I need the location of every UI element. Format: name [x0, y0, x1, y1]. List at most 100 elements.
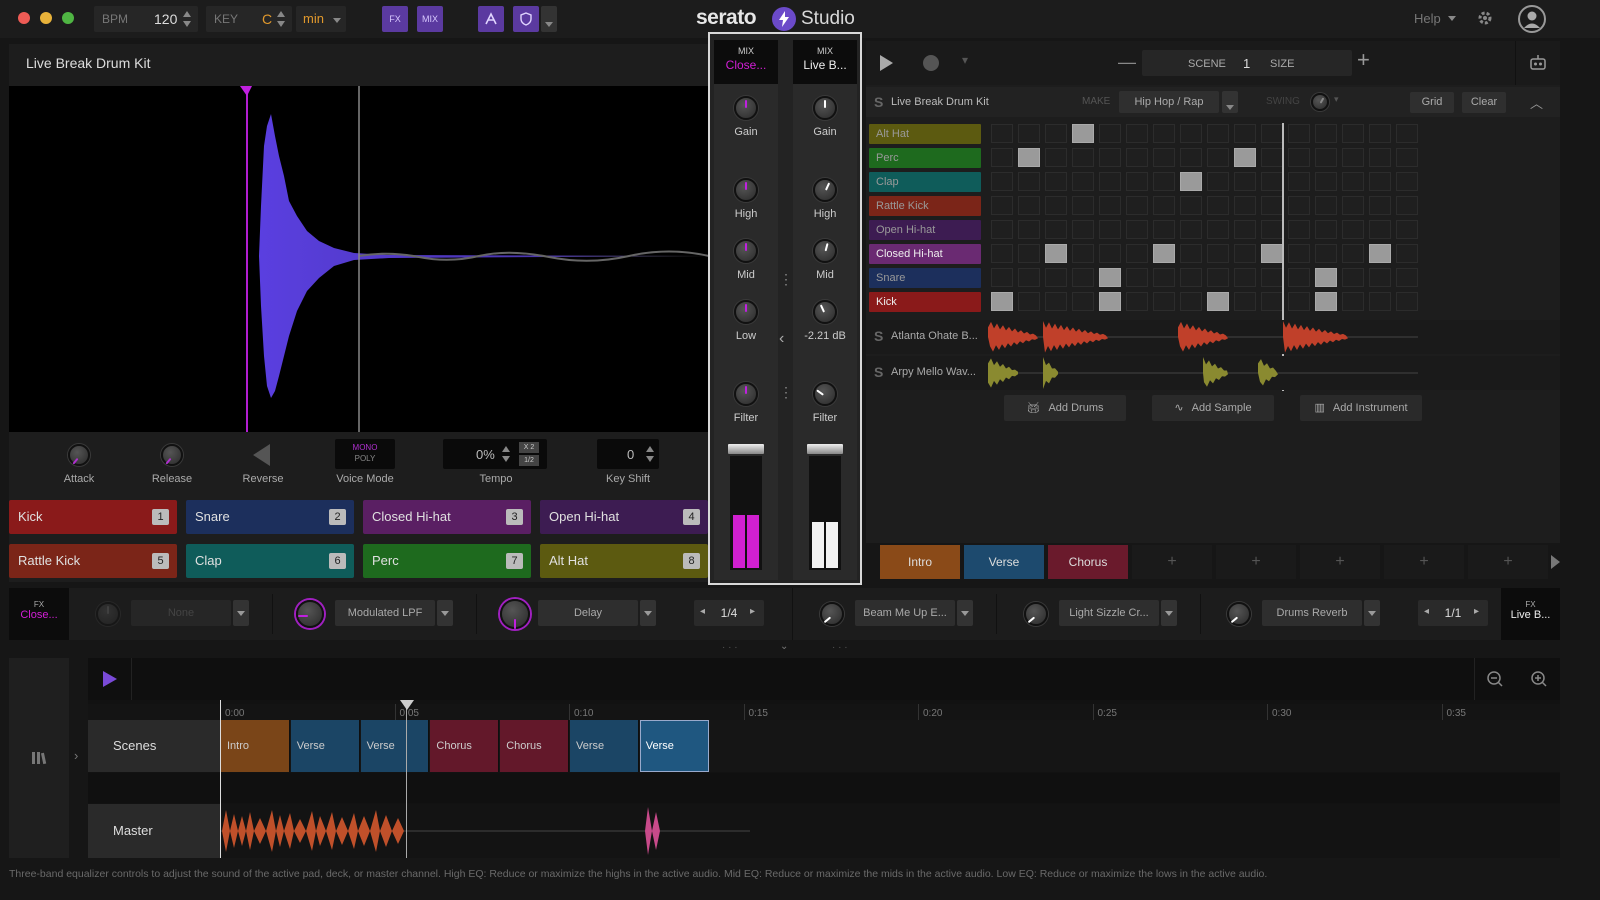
- drum-lane-label[interactable]: Kick: [869, 292, 981, 312]
- step-cell[interactable]: [1153, 148, 1175, 167]
- step-cell[interactable]: [1315, 268, 1337, 287]
- decrease-size-icon[interactable]: —: [1118, 52, 1136, 73]
- fx-rate-left[interactable]: ◂ 1/4 ▸: [694, 600, 764, 626]
- key-value[interactable]: C: [262, 6, 272, 32]
- rate-prev-icon[interactable]: ◂: [700, 606, 705, 617]
- step-cell[interactable]: [1072, 148, 1094, 167]
- rate-prev-icon[interactable]: ◂: [1424, 606, 1429, 617]
- fx-slot-4-select[interactable]: Beam Me Up E...: [855, 600, 955, 626]
- step-cell[interactable]: [1180, 220, 1202, 239]
- key-shift-stepper-icon[interactable]: [646, 446, 655, 462]
- add-scene-button[interactable]: +: [1468, 545, 1548, 579]
- step-cell[interactable]: [1288, 196, 1310, 215]
- bpm-value[interactable]: 120: [154, 6, 177, 32]
- timeline-scene-clip[interactable]: Verse: [639, 720, 709, 772]
- step-cell[interactable]: [1018, 268, 1040, 287]
- fx-slot-2-select[interactable]: Modulated LPF: [335, 600, 435, 626]
- step-cell[interactable]: [1315, 172, 1337, 191]
- fx-slot-1-knob[interactable]: [96, 602, 120, 626]
- step-cell[interactable]: [1234, 172, 1256, 191]
- fx-slot-5-select[interactable]: Light Sizzle Cr...: [1059, 600, 1159, 626]
- step-cell[interactable]: [1180, 148, 1202, 167]
- step-cell[interactable]: [1045, 244, 1067, 263]
- fx-slot-4-knob[interactable]: [820, 602, 844, 626]
- scene-button-chorus[interactable]: Chorus: [1048, 545, 1128, 579]
- step-cell[interactable]: [1126, 268, 1148, 287]
- step-cell[interactable]: [1261, 268, 1283, 287]
- genre-select[interactable]: Hip Hop / Rap: [1119, 91, 1219, 113]
- pad-4[interactable]: Open Hi-hat 4: [540, 500, 708, 534]
- step-cell[interactable]: [1072, 220, 1094, 239]
- pad-7[interactable]: Perc 7: [363, 544, 531, 578]
- step-cell[interactable]: [1315, 196, 1337, 215]
- step-cell[interactable]: [1369, 268, 1391, 287]
- mixer-channel-left-header[interactable]: MIX Close...: [714, 40, 778, 84]
- tempo-stepper-icon[interactable]: [502, 446, 511, 462]
- zoom-out-icon[interactable]: [1486, 670, 1504, 691]
- step-cell[interactable]: [1342, 268, 1364, 287]
- minimize-window-button[interactable]: [40, 12, 52, 24]
- gain-knob[interactable]: [734, 96, 758, 120]
- bpm-stepper-icon[interactable]: [183, 11, 192, 27]
- step-cell[interactable]: [1018, 148, 1040, 167]
- step-cell[interactable]: [1018, 124, 1040, 143]
- step-cell[interactable]: [1288, 124, 1310, 143]
- step-cell[interactable]: [1342, 148, 1364, 167]
- step-cell[interactable]: [1153, 244, 1175, 263]
- fx-slot-6-select[interactable]: Drums Reverb: [1262, 600, 1362, 626]
- step-cell[interactable]: [1234, 220, 1256, 239]
- solo-s-icon[interactable]: S: [874, 364, 883, 380]
- step-cell[interactable]: [1315, 148, 1337, 167]
- tempo-control[interactable]: 0% X 2 1/2: [443, 439, 547, 469]
- step-cell[interactable]: [1396, 220, 1418, 239]
- step-cell[interactable]: [1072, 244, 1094, 263]
- bpm-control[interactable]: BPM 120: [94, 6, 198, 32]
- fx-right-channel[interactable]: FX Live B...: [1501, 588, 1560, 640]
- robot-icon[interactable]: [1528, 53, 1548, 76]
- key-shift-control[interactable]: 0: [597, 439, 659, 469]
- attack-knob[interactable]: [68, 444, 90, 466]
- mid-eq-knob[interactable]: [734, 239, 758, 263]
- swing-options-icon[interactable]: ▾: [1334, 94, 1339, 105]
- fx-slot-1-dropdown[interactable]: [233, 600, 249, 626]
- timeline-playhead[interactable]: [406, 700, 407, 858]
- double-tempo-button[interactable]: X 2: [519, 442, 539, 453]
- pad-2[interactable]: Snare 2: [186, 500, 354, 534]
- step-cell[interactable]: [1288, 220, 1310, 239]
- step-cell[interactable]: [1018, 244, 1040, 263]
- step-cell[interactable]: [1045, 196, 1067, 215]
- step-cell[interactable]: [1261, 292, 1283, 311]
- step-cell[interactable]: [1072, 196, 1094, 215]
- master-track[interactable]: [220, 804, 1560, 858]
- scene-button-intro[interactable]: Intro: [880, 545, 960, 579]
- fx-rate-right[interactable]: ◂ 1/1 ▸: [1418, 600, 1488, 626]
- user-avatar-icon[interactable]: [1518, 5, 1546, 33]
- collapse-up-icon[interactable]: ︿: [1530, 93, 1543, 112]
- step-cell[interactable]: [1288, 148, 1310, 167]
- step-cell[interactable]: [1099, 148, 1121, 167]
- add-drums-button[interactable]: 🥁︎ Add Drums: [1004, 395, 1126, 421]
- key-stepper-icon[interactable]: [277, 11, 286, 27]
- step-cell[interactable]: [1369, 148, 1391, 167]
- step-cell[interactable]: [1126, 148, 1148, 167]
- step-cell[interactable]: [1288, 292, 1310, 311]
- add-scene-button[interactable]: +: [1216, 545, 1296, 579]
- play-song-icon[interactable]: [103, 671, 117, 687]
- drum-lane-label[interactable]: Alt Hat: [869, 124, 981, 144]
- step-cell[interactable]: [1045, 148, 1067, 167]
- step-cell[interactable]: [1099, 244, 1121, 263]
- library-panel-toggle[interactable]: [9, 658, 69, 858]
- genre-dropdown-button[interactable]: [1222, 91, 1238, 113]
- step-cell[interactable]: [1153, 172, 1175, 191]
- timeline-scene-clip[interactable]: Verse: [570, 720, 639, 772]
- fx-slot-2-knob[interactable]: [296, 600, 324, 628]
- pad-5[interactable]: Rattle Kick 5: [9, 544, 177, 578]
- step-cell[interactable]: [1207, 172, 1229, 191]
- sample-waveform[interactable]: [9, 86, 710, 432]
- reverse-icon[interactable]: [253, 444, 270, 466]
- step-cell[interactable]: [1369, 292, 1391, 311]
- step-cell[interactable]: [1261, 124, 1283, 143]
- step-cell[interactable]: [1153, 220, 1175, 239]
- step-cell[interactable]: [1072, 292, 1094, 311]
- fx-slot-6-dropdown[interactable]: [1364, 600, 1380, 626]
